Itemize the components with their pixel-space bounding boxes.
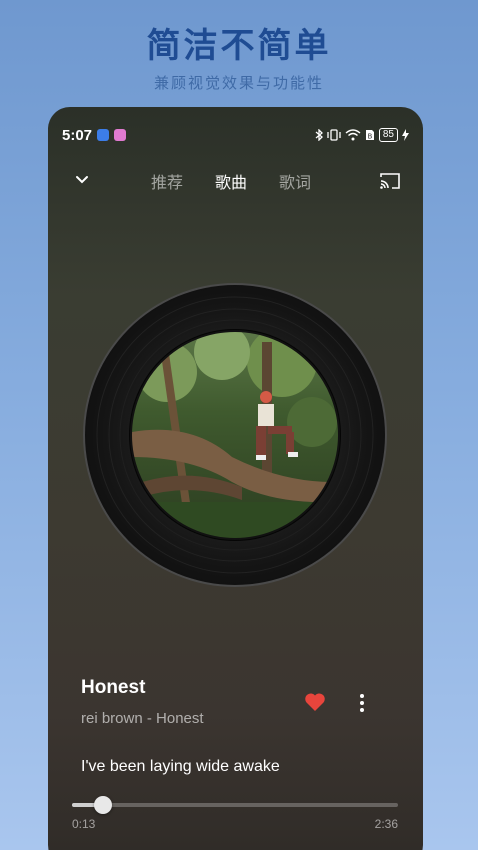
progress-track [72, 803, 398, 807]
bluetooth-icon [315, 129, 323, 141]
progress-slider[interactable] [72, 796, 398, 814]
charging-icon [402, 129, 409, 141]
total-time: 2:36 [374, 817, 398, 831]
cast-icon[interactable] [379, 171, 401, 191]
phone-screen: 5:07 B 85 推荐 歌曲 歌词 Honest rei brown - Ho… [48, 107, 423, 850]
status-time: 5:07 [62, 126, 93, 144]
sim-icon: B [365, 130, 374, 141]
song-title: Honest [81, 677, 146, 698]
chevron-down-icon[interactable] [72, 170, 92, 190]
tab-bar: 推荐 歌曲 歌词 [151, 169, 311, 193]
svg-text:B: B [367, 133, 372, 141]
current-lyric: I've been laying wide awake [81, 758, 280, 775]
vibrate-icon [327, 129, 341, 141]
tab-song[interactable]: 歌曲 [215, 169, 247, 193]
tab-recommend[interactable]: 推荐 [151, 169, 183, 193]
app-badge-icon [114, 129, 127, 141]
tab-lyrics[interactable]: 歌词 [279, 169, 311, 193]
more-options-icon[interactable] [354, 692, 370, 714]
progress-knob[interactable] [94, 796, 113, 814]
current-time: 0:13 [72, 817, 96, 831]
status-icons: B 85 [315, 128, 409, 142]
status-bar: 5:07 B 85 [48, 107, 423, 163]
vinyl-disc[interactable] [82, 282, 388, 588]
promo-subline: 兼顾视觉效果与功能性 [153, 74, 324, 92]
top-bar: 推荐 歌曲 歌词 [48, 165, 423, 197]
album-art [83, 283, 387, 587]
wifi-icon [345, 129, 361, 141]
song-artist-album: rei brown - Honest [81, 710, 204, 727]
app-badge-icon [97, 129, 110, 141]
heart-icon[interactable] [304, 692, 326, 712]
battery-icon: 85 [378, 128, 398, 142]
promo-headline: 简洁不简单 [146, 26, 332, 66]
